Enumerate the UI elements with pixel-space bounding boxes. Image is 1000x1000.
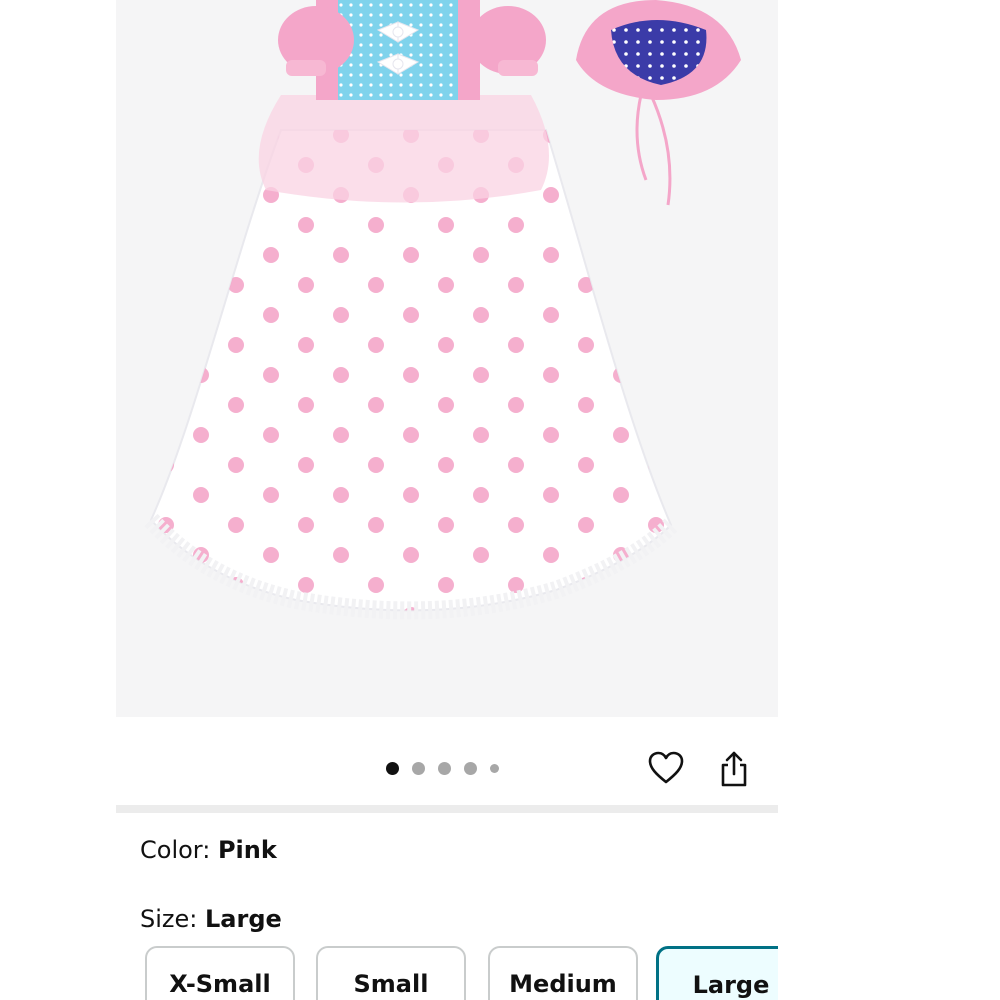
size-option-large[interactable]: Large — [656, 946, 778, 1000]
section-divider — [116, 805, 778, 813]
dress-illustration — [144, 0, 741, 620]
carousel-dot-3[interactable] — [438, 761, 451, 775]
color-variation: Color: Pink — [140, 836, 277, 864]
size-variation: Size: Large — [140, 905, 282, 933]
size-label: Size: — [140, 905, 198, 933]
size-option-label: X-Small — [169, 970, 271, 998]
size-value: Large — [205, 905, 282, 933]
product-image[interactable] — [116, 0, 778, 717]
size-option-x-small[interactable]: X-Small — [145, 946, 295, 1000]
size-option-label: Large — [692, 971, 770, 999]
size-options: X-Small Small Medium Large — [0, 946, 778, 1000]
carousel-dot-2[interactable] — [412, 761, 425, 775]
product-page: Color: Pink Size: Large X-Small Small Me… — [0, 0, 1000, 1000]
favorite-button[interactable] — [646, 748, 686, 788]
size-option-label: Small — [353, 970, 429, 998]
color-label: Color: — [140, 836, 211, 864]
share-button[interactable] — [714, 748, 754, 790]
share-icon — [721, 751, 747, 787]
size-option-medium[interactable]: Medium — [488, 946, 638, 1000]
color-value: Pink — [217, 836, 277, 864]
carousel-dot-1[interactable] — [386, 761, 399, 775]
image-carousel-dots[interactable] — [386, 761, 499, 775]
carousel-dot-5[interactable] — [490, 763, 499, 773]
size-option-label: Medium — [509, 970, 617, 998]
carousel-dot-4[interactable] — [464, 761, 477, 775]
heart-icon — [648, 751, 684, 784]
size-option-small[interactable]: Small — [316, 946, 466, 1000]
